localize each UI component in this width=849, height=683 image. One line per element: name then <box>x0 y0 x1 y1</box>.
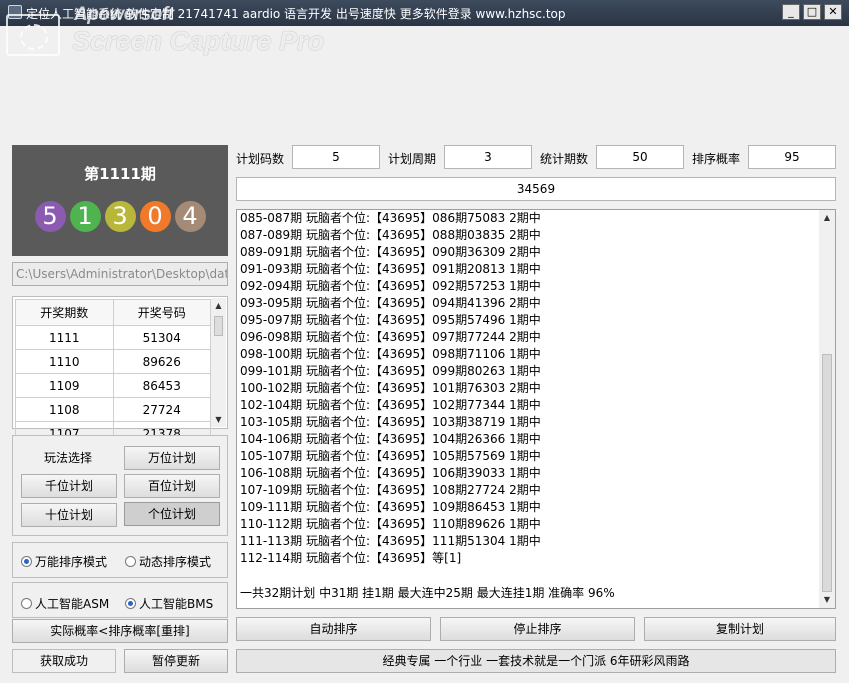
play-select-label: 玩法选择 <box>44 451 93 465</box>
prob-input[interactable]: 95 <box>748 145 836 169</box>
log-line: 111-113期 玩脑者个位:【43695】111期51304 1期中 <box>240 534 541 548</box>
log-line: 103-105期 玩脑者个位:【43695】103期38719 1期中 <box>240 415 541 429</box>
stat-input[interactable]: 50 <box>596 145 684 169</box>
cell-number: 89626 <box>112 349 211 374</box>
ball: 0 <box>139 201 171 232</box>
log-line: 087-089期 玩脑者个位:【43695】088期03835 2期中 <box>240 228 541 242</box>
ai-mode-asm[interactable]: 人工智能ASM <box>21 595 109 612</box>
wan-plan-button[interactable]: 万位计划 <box>124 446 220 470</box>
code-count-input[interactable]: 5 <box>292 145 380 169</box>
log-line: 089-091期 玩脑者个位:【43695】090期36309 2期中 <box>240 245 541 259</box>
log-line: 107-109期 玩脑者个位:【43695】108期27724 2期中 <box>240 483 541 497</box>
play-select-panel: 玩法选择 万位计划 千位计划 百位计划 十位计划 个位计划 <box>12 435 228 536</box>
table-row[interactable]: 1111 51304 <box>15 325 211 350</box>
cycle-input[interactable]: 3 <box>444 145 532 169</box>
auto-sort-button[interactable]: 自动排序 <box>236 617 431 641</box>
ai-mode-panel: 人工智能ASM 人工智能BMS <box>12 582 228 618</box>
log-line: 095-097期 玩脑者个位:【43695】095期57496 1期中 <box>240 313 541 327</box>
qian-plan-button[interactable]: 千位计划 <box>21 474 117 498</box>
code-count-label: 计划码数 <box>236 152 285 166</box>
actual-rate-button[interactable]: 实际概率<排序概率[重排] <box>12 619 228 643</box>
history-table: 开奖期数 开奖号码 1111 51304 1110 89626 1109 86453 … <box>15 299 211 446</box>
log-line: 105-107期 玩脑者个位:【43695】105期57569 1期中 <box>240 449 541 463</box>
table-row[interactable]: 1110 89626 <box>15 349 211 374</box>
log-line: 104-106期 玩脑者个位:【43695】104期26366 1期中 <box>240 432 541 446</box>
radio-unselected-icon <box>125 556 136 567</box>
draw-display: 第1111期 51304 <box>12 145 228 256</box>
log-line: 102-104期 玩脑者个位:【43695】102期77344 1期中 <box>240 398 541 412</box>
copy-plan-button[interactable]: 复制计划 <box>644 617 836 641</box>
radio-unselected-icon <box>21 598 32 609</box>
log-line: 099-101期 玩脑者个位:【43695】099期80263 1期中 <box>240 364 541 378</box>
ge-plan-button[interactable]: 个位计划 <box>124 502 220 526</box>
cycle-label: 计划周期 <box>388 152 437 166</box>
close-button[interactable]: ✕ <box>824 4 842 20</box>
bai-plan-button[interactable]: 百位计划 <box>124 474 220 498</box>
cell-number: 86453 <box>112 373 211 398</box>
maximize-button[interactable]: □ <box>803 4 821 20</box>
log-scrollbar[interactable]: ▲ ▼ <box>819 210 835 608</box>
log-line: 085-087期 玩脑者个位:【43695】086期75083 2期中 <box>240 211 541 225</box>
log-line: 109-111期 玩脑者个位:【43695】109期86453 1期中 <box>240 500 541 514</box>
log-lines: 085-087期 玩脑者个位:【43695】086期75083 2期中 087-0… <box>240 210 818 567</box>
ball: 3 <box>104 201 136 232</box>
plan-log[interactable]: 085-087期 玩脑者个位:【43695】086期75083 2期中 087-0… <box>236 209 836 609</box>
ball: 1 <box>69 201 101 232</box>
cell-period: 1108 <box>15 397 114 422</box>
table-row[interactable]: 1108 27724 <box>15 397 211 422</box>
log-line: 106-108期 玩脑者个位:【43695】106期39033 1期中 <box>240 466 541 480</box>
history-scrollbar[interactable]: ▲ ▼ <box>211 298 226 427</box>
log-line: 096-098期 玩脑者个位:【43695】097期77244 2期中 <box>240 330 541 344</box>
scroll-up-icon[interactable]: ▲ <box>819 210 835 226</box>
log-line: 093-095期 玩脑者个位:【43695】094期41396 2期中 <box>240 296 541 310</box>
sort-mode-dynamic[interactable]: 动态排序模式 <box>125 553 211 570</box>
log-summary: 一共32期计划 中31期 挂1期 最大连中25期 最大连挂1期 准确率 96% <box>240 586 615 600</box>
ball: 5 <box>34 201 66 232</box>
log-line: 110-112期 玩脑者个位:【43695】110期89626 1期中 <box>240 517 541 531</box>
history-table-panel: 开奖期数 开奖号码 1111 51304 1110 89626 1109 86453 … <box>12 296 228 446</box>
log-line: 112-114期 玩脑者个位:【43695】等[1] <box>240 551 462 565</box>
prob-label: 排序概率 <box>692 152 741 166</box>
ball: 4 <box>174 201 206 232</box>
scroll-thumb[interactable] <box>822 354 832 592</box>
status-left: 获取成功 <box>12 649 116 673</box>
cell-number: 27724 <box>112 397 211 422</box>
plan-code-field[interactable]: 34569 <box>236 177 836 201</box>
cell-period: 1109 <box>15 373 114 398</box>
scroll-down-icon[interactable]: ▼ <box>819 592 835 608</box>
shi-plan-button[interactable]: 十位计划 <box>21 503 117 527</box>
scroll-thumb[interactable] <box>214 316 223 336</box>
sort-mode-universal[interactable]: 万能排序模式 <box>21 553 107 570</box>
scroll-down-icon[interactable]: ▼ <box>211 412 226 427</box>
watermark-logo-icon <box>6 14 60 56</box>
title-bar: 定位人工智能系统 软件定制 21741741 aardio 语言开发 出号速度快… <box>0 0 849 26</box>
file-path-field[interactable]: C:\Users\Administrator\Desktop\data <box>12 262 228 286</box>
ai-mode-bms[interactable]: 人工智能BMS <box>125 595 213 612</box>
stat-label: 统计期数 <box>540 152 589 166</box>
radio-selected-icon <box>125 598 136 609</box>
scroll-up-icon[interactable]: ▲ <box>211 298 226 313</box>
log-line: 100-102期 玩脑者个位:【43695】101期76303 2期中 <box>240 381 541 395</box>
cell-period: 1111 <box>15 325 114 350</box>
draw-period: 第1111期 <box>84 165 156 183</box>
minimize-button[interactable]: _ <box>782 4 800 20</box>
cell-number: 51304 <box>112 325 211 350</box>
log-line: 098-100期 玩脑者个位:【43695】098期71106 1期中 <box>240 347 541 361</box>
log-line: 092-094期 玩脑者个位:【43695】092期57253 1期中 <box>240 279 541 293</box>
log-line: 091-093期 玩脑者个位:【43695】091期20813 1期中 <box>240 262 541 276</box>
column-header-number[interactable]: 开奖号码 <box>112 299 211 326</box>
slogan-bar: 经典专属 一个行业 一套技术就是一个门派 6年研彩风雨路 <box>236 649 836 673</box>
radio-selected-icon <box>21 556 32 567</box>
window-title: 定位人工智能系统 软件定制 21741741 aardio 语言开发 出号速度快… <box>26 7 566 21</box>
stop-sort-button[interactable]: 停止排序 <box>440 617 635 641</box>
column-header-period[interactable]: 开奖期数 <box>15 299 114 326</box>
table-row[interactable]: 1109 86453 <box>15 373 211 398</box>
sort-mode-panel: 万能排序模式 动态排序模式 <box>12 542 228 578</box>
pause-update-button[interactable]: 暂停更新 <box>124 649 228 673</box>
draw-balls: 51304 <box>12 201 228 232</box>
watermark-line2: Screen Capture Pro <box>72 26 325 56</box>
cell-period: 1110 <box>15 349 114 374</box>
